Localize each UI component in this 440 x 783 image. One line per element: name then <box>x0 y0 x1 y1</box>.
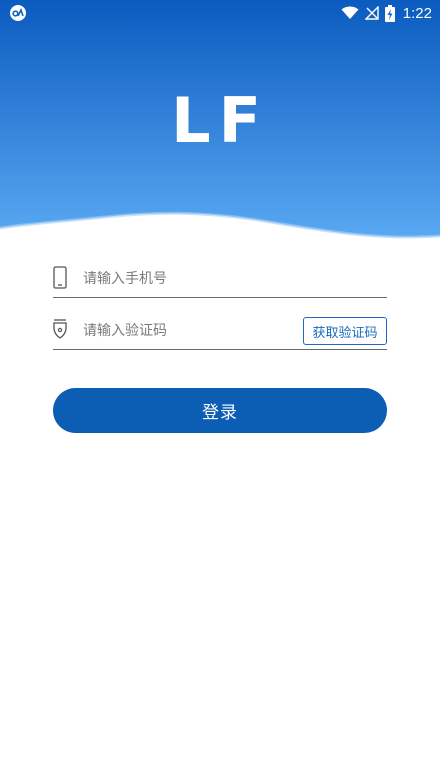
battery-charging-icon <box>384 4 395 22</box>
status-bar: 1:22 <box>0 0 440 26</box>
shield-icon <box>53 319 67 339</box>
phone-input[interactable] <box>83 266 323 292</box>
no-signal-icon <box>364 6 379 20</box>
header-banner: 1:22 LF <box>0 0 440 245</box>
phone-icon <box>53 266 67 289</box>
status-time: 1:22 <box>402 4 432 22</box>
app-logo: LF <box>171 84 269 157</box>
app-notification-icon <box>10 5 26 21</box>
wifi-icon <box>341 6 359 19</box>
phone-field <box>53 258 387 298</box>
code-field: 获取验证码 <box>53 310 387 350</box>
login-button[interactable]: 登录 <box>53 388 387 433</box>
get-code-button[interactable]: 获取验证码 <box>303 317 387 345</box>
code-input[interactable] <box>83 318 323 344</box>
